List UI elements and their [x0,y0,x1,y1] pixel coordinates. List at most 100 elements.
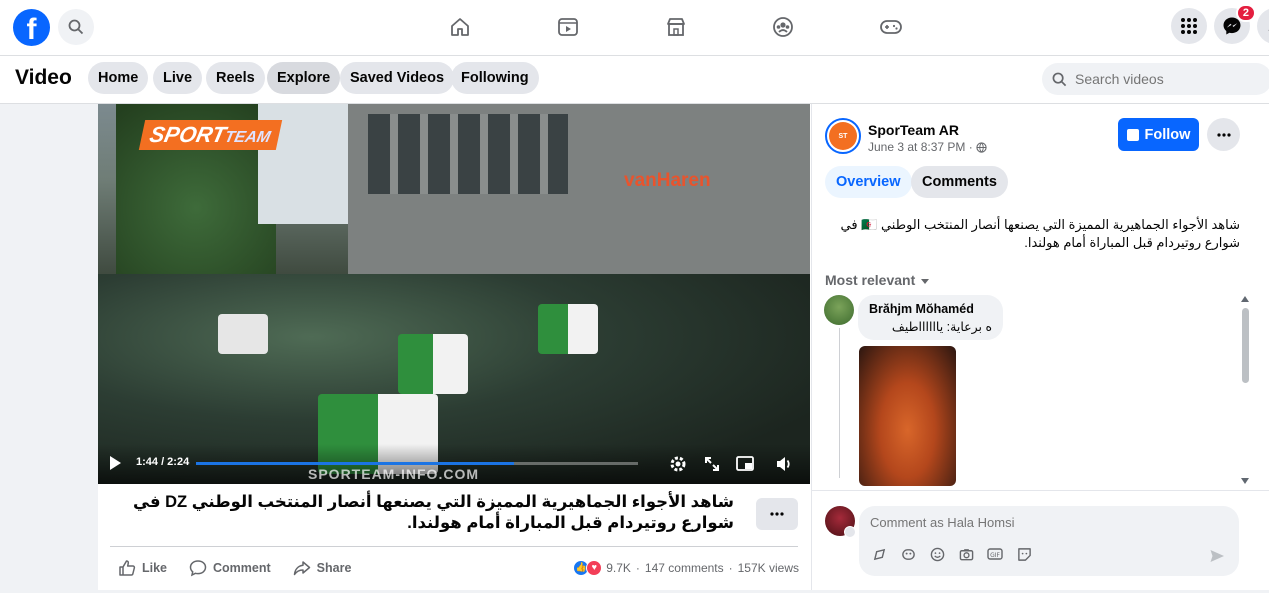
search-videos-field[interactable] [1042,63,1269,95]
video-player[interactable]: vanHaren SPORTTEAM 1:44 / 2:24 SPORTEAM-… [98,104,810,484]
groups-icon [773,17,793,37]
comment-button[interactable]: Comment [189,559,271,577]
picture-in-picture-icon [736,456,754,471]
sticker-icon[interactable] [1016,546,1032,562]
marketplace-icon [667,18,685,36]
scroll-thumb[interactable] [1242,308,1249,383]
nav-groups[interactable] [767,12,799,42]
watermark-text: SPORTEAM-INFO.COM [308,466,479,482]
like-icon [119,560,136,576]
love-reaction-icon: ♥ [586,560,603,576]
post-text: شاهد الأجواء الجماهيرية المميزة التي يصن… [840,217,1241,250]
post-date-text: June 3 at 8:37 PM · [868,140,973,154]
post-date[interactable]: June 3 at 8:37 PM · [868,140,987,154]
video-subnav: Video Home Live Reels Explore Saved Vide… [0,56,1269,104]
sporteam-logo: SPORTTEAM [138,120,282,150]
flag-shape [538,304,598,354]
flag-shape [218,314,268,354]
comments-scrollbar[interactable] [1240,296,1250,484]
tab-explore[interactable]: Explore [267,62,341,94]
comment-input[interactable] [870,515,1220,530]
like-label: Like [142,561,168,575]
more-options-button[interactable] [756,498,798,530]
share-button[interactable]: Share [293,559,351,577]
tab-home[interactable]: Home [88,62,149,94]
flag-shape [398,334,468,394]
nav-video[interactable] [552,12,584,42]
sort-label: Most relevant [825,272,916,288]
page-name[interactable]: SporTeam AR [868,122,959,138]
follow-button[interactable]: Follow [1118,118,1199,151]
side-more-button[interactable] [1207,118,1240,151]
settings-button[interactable] [668,454,688,474]
divider [812,490,1269,491]
commenter-avatar[interactable] [824,295,854,325]
nav-home[interactable] [444,12,476,42]
camera-icon[interactable] [958,546,974,562]
video-frame: vanHaren [98,104,810,484]
globe-icon [976,142,987,154]
notifications-button[interactable] [1257,8,1269,44]
logo-sub: TEAM [223,129,272,146]
progress-bar[interactable] [196,462,638,465]
follow-icon [1126,128,1139,141]
video-scene-building [348,104,810,274]
volume-button[interactable] [774,454,794,474]
avatar-caret-icon[interactable] [844,526,856,538]
gif-icon[interactable]: GIF [987,546,1003,562]
fullscreen-button[interactable] [702,454,722,474]
avatar-sticker-icon[interactable] [871,546,887,562]
search-icon [68,19,84,35]
comment-composer[interactable]: GIF [859,506,1239,576]
menu-button[interactable] [1171,8,1207,44]
emoji-icon[interactable] [929,546,945,562]
reaction-count[interactable]: 9.7K [606,561,631,575]
share-icon [293,561,310,576]
comment-label: Comment [213,561,271,575]
sort-dropdown[interactable]: Most relevant [825,272,930,288]
caret-down-icon [921,278,930,284]
emoji-face-icon[interactable] [900,546,916,562]
send-button[interactable] [1209,548,1225,569]
home-icon [451,18,469,36]
tab-overview[interactable]: Overview [825,166,912,198]
grid-menu-icon [1181,18,1197,34]
video-controls: 1:44 / 2:24 SPORTEAM-INFO.COM [98,444,810,484]
comment-image[interactable] [859,346,956,486]
tab-reels[interactable]: Reels [206,62,265,94]
tab-comments[interactable]: Comments [911,166,1008,198]
video-description: شاهد الأجواء الجماهيرية المميزة التي يصن… [133,493,734,532]
logo-main: SPORT [147,122,229,147]
send-icon [1210,550,1224,562]
scroll-down-arrow-icon[interactable] [1241,478,1249,484]
video-post-card: vanHaren SPORTTEAM 1:44 / 2:24 SPORTEAM-… [98,104,811,590]
commenter-name[interactable]: Brăhjm Mŏhaméd [869,302,992,316]
tab-live[interactable]: Live [153,62,203,94]
comment-text: ه برعاية: يااااااطيف [891,320,992,334]
comment-count[interactable]: 147 comments [645,561,724,575]
nav-gaming[interactable] [875,12,907,42]
tab-following[interactable]: Following [451,62,539,94]
pip-button[interactable] [735,454,755,474]
search-button[interactable] [58,9,94,45]
composer-tools: GIF [871,546,1045,562]
page-avatar[interactable]: ST [825,118,861,154]
store-sign: vanHaren [624,170,711,191]
like-button[interactable]: Like [118,559,167,577]
comment-icon [189,560,207,577]
progress-fill [196,462,515,465]
search-videos-input[interactable] [1075,71,1255,87]
nav-marketplace[interactable] [660,12,692,42]
messenger-button[interactable]: 2 [1214,4,1256,44]
separator-dot: · [635,561,640,575]
gaming-icon [880,20,902,34]
top-navigation-bar: f 2 [0,0,1269,56]
expand-icon [705,457,719,471]
scroll-up-arrow-icon[interactable] [1241,296,1249,302]
play-icon[interactable] [110,456,121,470]
view-count: 157K views [737,561,799,575]
tab-saved-videos[interactable]: Saved Videos [340,62,455,94]
video-time: 1:44 / 2:24 [136,456,190,468]
search-icon [1052,72,1067,86]
facebook-logo[interactable]: f [13,9,50,46]
